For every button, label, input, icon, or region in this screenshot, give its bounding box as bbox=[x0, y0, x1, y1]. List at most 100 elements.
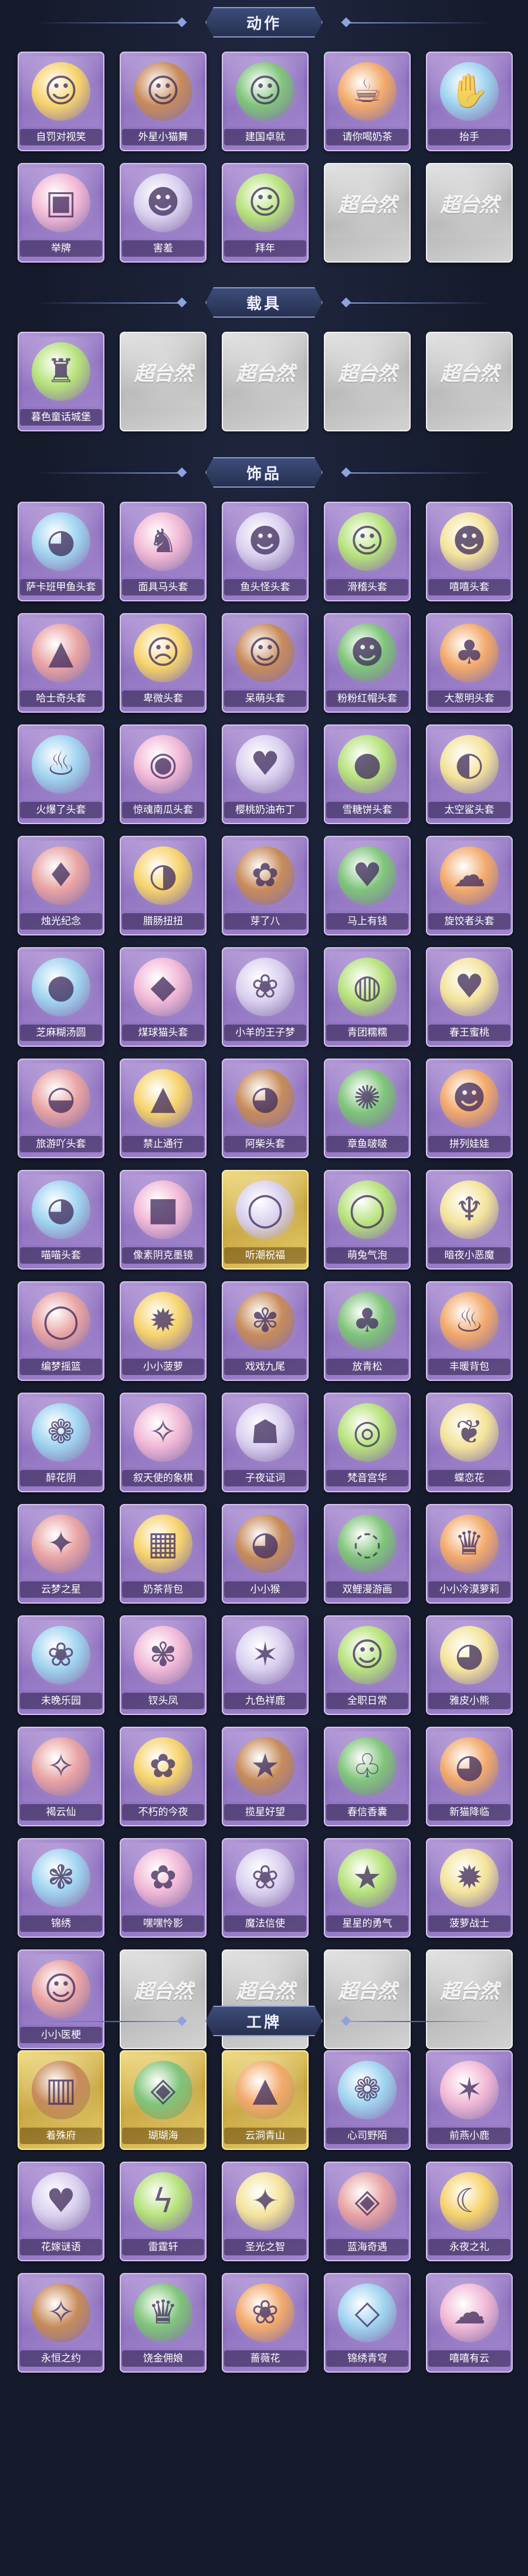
item-card[interactable]: ♛ 小小冷漠萝莉 bbox=[426, 1504, 513, 1604]
lantern-icon: ◎ bbox=[338, 1403, 397, 1462]
item-card[interactable]: ϟ 雷霆轩 bbox=[120, 2162, 207, 2261]
monkey-icon: ◕ bbox=[236, 1515, 295, 1573]
item-card[interactable]: ☗ 子夜证词 bbox=[222, 1393, 309, 1492]
item-card[interactable]: ♆ 暗夜小恶魔 bbox=[426, 1170, 513, 1270]
item-card[interactable]: ◯ 萌兔气泡 bbox=[324, 1170, 411, 1270]
item-card[interactable]: ◈ 瑚瑚海 bbox=[120, 2050, 207, 2150]
item-card[interactable]: ♥ 花嫁谜语 bbox=[18, 2162, 104, 2261]
cloud-head-icon: ☁ bbox=[440, 846, 499, 905]
item-card[interactable]: ✿ 芽了八 bbox=[222, 836, 309, 935]
item-card[interactable]: ♦ 烛光纪念 bbox=[18, 836, 104, 935]
item-card[interactable]: ✹ 小小菠萝 bbox=[120, 1281, 207, 1381]
item-card[interactable]: ☺ 拜年 bbox=[222, 163, 309, 263]
item-card[interactable]: ❀ 魔法信使 bbox=[222, 1838, 309, 1938]
item-card[interactable]: ♨ 丰暖背包 bbox=[426, 1281, 513, 1381]
item-card[interactable]: ★ 星星的勇气 bbox=[324, 1838, 411, 1938]
item-card[interactable]: ❦ 蝶恋花 bbox=[426, 1393, 513, 1492]
item-card[interactable]: ✧ 永恒之约 bbox=[18, 2273, 104, 2373]
item-thumbnail: ◈ bbox=[329, 2166, 406, 2237]
item-card[interactable]: ❁ 心司野陌 bbox=[324, 2050, 411, 2150]
item-card[interactable]: ✧ 叙天使的象棋 bbox=[120, 1393, 207, 1492]
item-card[interactable]: ◕ 新猫降临 bbox=[426, 1727, 513, 1826]
item-card[interactable]: ◯ 听潮祝福 bbox=[222, 1170, 309, 1270]
item-card[interactable]: ☹ 卑微头套 bbox=[120, 613, 207, 713]
empty-item-slot[interactable]: 超台然 bbox=[222, 332, 309, 431]
item-card[interactable]: ❀ 蔷薇花 bbox=[222, 2273, 309, 2373]
item-card[interactable]: ◕ 雅皮小熊 bbox=[426, 1615, 513, 1715]
item-card[interactable]: ❃ 锦绣 bbox=[18, 1838, 104, 1938]
empty-item-slot[interactable]: 超台然 bbox=[120, 332, 207, 431]
item-card[interactable]: ☕ 请你喝奶茶 bbox=[324, 52, 411, 151]
item-card[interactable]: ◌ 双鲤漫游画 bbox=[324, 1504, 411, 1604]
item-thumbnail: ✧ bbox=[22, 1731, 100, 1802]
item-card[interactable]: ◉ 惊魂南瓜头套 bbox=[120, 724, 207, 824]
item-card[interactable]: ♣ 大葱明头套 bbox=[426, 613, 513, 713]
item-card[interactable]: ▲ 哈士奇头套 bbox=[18, 613, 104, 713]
item-card[interactable]: ❀ 未晚乐园 bbox=[18, 1615, 104, 1715]
item-card[interactable]: ◍ 青团糯糯 bbox=[324, 947, 411, 1047]
item-card[interactable]: ☁ 嘻嘻有云 bbox=[426, 2273, 513, 2373]
item-card[interactable]: ☻ 害羞 bbox=[120, 163, 207, 263]
item-card[interactable]: ◐ 太空鲨头套 bbox=[426, 724, 513, 824]
item-card[interactable]: ■ 像素阴克墨镜 bbox=[120, 1170, 207, 1270]
item-card[interactable]: ✦ 云梦之星 bbox=[18, 1504, 104, 1604]
item-card[interactable]: ● 雪糖饼头套 bbox=[324, 724, 411, 824]
item-card[interactable]: ◕ 小小猴 bbox=[222, 1504, 309, 1604]
item-card[interactable]: ☻ 拼列娃娃 bbox=[426, 1059, 513, 1158]
item-card[interactable]: ♛ 饶金佣娘 bbox=[120, 2273, 207, 2373]
item-card[interactable]: ▦ 奶茶背包 bbox=[120, 1504, 207, 1604]
item-card[interactable]: ✋ 抬手 bbox=[426, 52, 513, 151]
item-card[interactable]: ◆ 煤球猫头套 bbox=[120, 947, 207, 1047]
item-card[interactable]: ♧ 春信香囊 bbox=[324, 1727, 411, 1826]
item-card[interactable]: ● 芝麻糊汤圆 bbox=[18, 947, 104, 1047]
empty-item-slot[interactable]: 超台然 bbox=[426, 332, 513, 431]
item-card[interactable]: ◈ 蓝海奇遇 bbox=[324, 2162, 411, 2261]
empty-item-slot[interactable]: 超台然 bbox=[324, 332, 411, 431]
item-card[interactable]: ◕ 萨卡班甲鱼头套 bbox=[18, 502, 104, 601]
item-card[interactable]: ☁ 旋饺者头套 bbox=[426, 836, 513, 935]
item-card[interactable]: ✧ 褐云仙 bbox=[18, 1727, 104, 1826]
item-card[interactable]: ✶ 九色祥鹿 bbox=[222, 1615, 309, 1715]
item-card[interactable]: ♥ 春王蜜桃 bbox=[426, 947, 513, 1047]
empty-item-slot[interactable]: 超台然 bbox=[426, 163, 513, 263]
item-card[interactable]: ❁ 醉花阴 bbox=[18, 1393, 104, 1492]
item-card[interactable]: ◎ 梵音宫华 bbox=[324, 1393, 411, 1492]
item-card[interactable]: ♥ 樱桃奶油布丁 bbox=[222, 724, 309, 824]
item-card[interactable]: ☺ 滑稽头套 bbox=[324, 502, 411, 601]
item-card[interactable]: ❀ 小羊的王子梦 bbox=[222, 947, 309, 1047]
item-card[interactable]: ◕ 喵喵头套 bbox=[18, 1170, 104, 1270]
item-card[interactable]: ♥ 马上有钱 bbox=[324, 836, 411, 935]
item-card[interactable]: ◕ 阿柴头套 bbox=[222, 1059, 309, 1158]
item-card[interactable]: ✦ 圣光之智 bbox=[222, 2162, 309, 2261]
item-card[interactable]: ◯ 编梦摇篮 bbox=[18, 1281, 104, 1381]
item-card[interactable]: ✺ 章鱼啵啵 bbox=[324, 1059, 411, 1158]
item-card[interactable]: ✹ 菠萝战士 bbox=[426, 1838, 513, 1938]
item-card[interactable]: ▲ 禁止通行 bbox=[120, 1059, 207, 1158]
item-card[interactable]: ✾ 戏戏九尾 bbox=[222, 1281, 309, 1381]
item-card[interactable]: ★ 揽星好望 bbox=[222, 1727, 309, 1826]
item-card[interactable]: ☺ 外星小猫舞 bbox=[120, 52, 207, 151]
item-card[interactable]: ☺ 呆萌头套 bbox=[222, 613, 309, 713]
item-card[interactable]: ♞ 面具马头套 bbox=[120, 502, 207, 601]
item-card[interactable]: ♣ 放青松 bbox=[324, 1281, 411, 1381]
item-card[interactable]: ☺ 自罚对视笑 bbox=[18, 52, 104, 151]
item-card[interactable]: ☻ 鱼头怪头套 bbox=[222, 502, 309, 601]
item-card[interactable]: ✿ 不朽的今夜 bbox=[120, 1727, 207, 1826]
empty-item-slot[interactable]: 超台然 bbox=[324, 163, 411, 263]
item-card[interactable]: ▲ 云洞青山 bbox=[222, 2050, 309, 2150]
item-card[interactable]: ☾ 永夜之礼 bbox=[426, 2162, 513, 2261]
item-card[interactable]: ☺ 全职日常 bbox=[324, 1615, 411, 1715]
item-card[interactable]: ◑ 腊肠扭扭 bbox=[120, 836, 207, 935]
item-card[interactable]: ▥ 着殊府 bbox=[18, 2050, 104, 2150]
item-card[interactable]: ✿ 嘿嘿怜影 bbox=[120, 1838, 207, 1938]
item-card[interactable]: ▣ 举牌 bbox=[18, 163, 104, 263]
item-card[interactable]: ✶ 前燕小鹿 bbox=[426, 2050, 513, 2150]
item-card[interactable]: ☻ 粉粉红帽头套 bbox=[324, 613, 411, 713]
item-card[interactable]: ♜ 暮色童话城堡 bbox=[18, 332, 104, 431]
item-card[interactable]: ◒ 旅游吖头套 bbox=[18, 1059, 104, 1158]
item-card[interactable]: ✾ 钗头凤 bbox=[120, 1615, 207, 1715]
item-card[interactable]: ☻ 嘻嘻头套 bbox=[426, 502, 513, 601]
item-card[interactable]: ♨ 火爆了头套 bbox=[18, 724, 104, 824]
item-card[interactable]: ☺ 建国卓就 bbox=[222, 52, 309, 151]
item-card[interactable]: ◇ 锦绣青穹 bbox=[324, 2273, 411, 2373]
